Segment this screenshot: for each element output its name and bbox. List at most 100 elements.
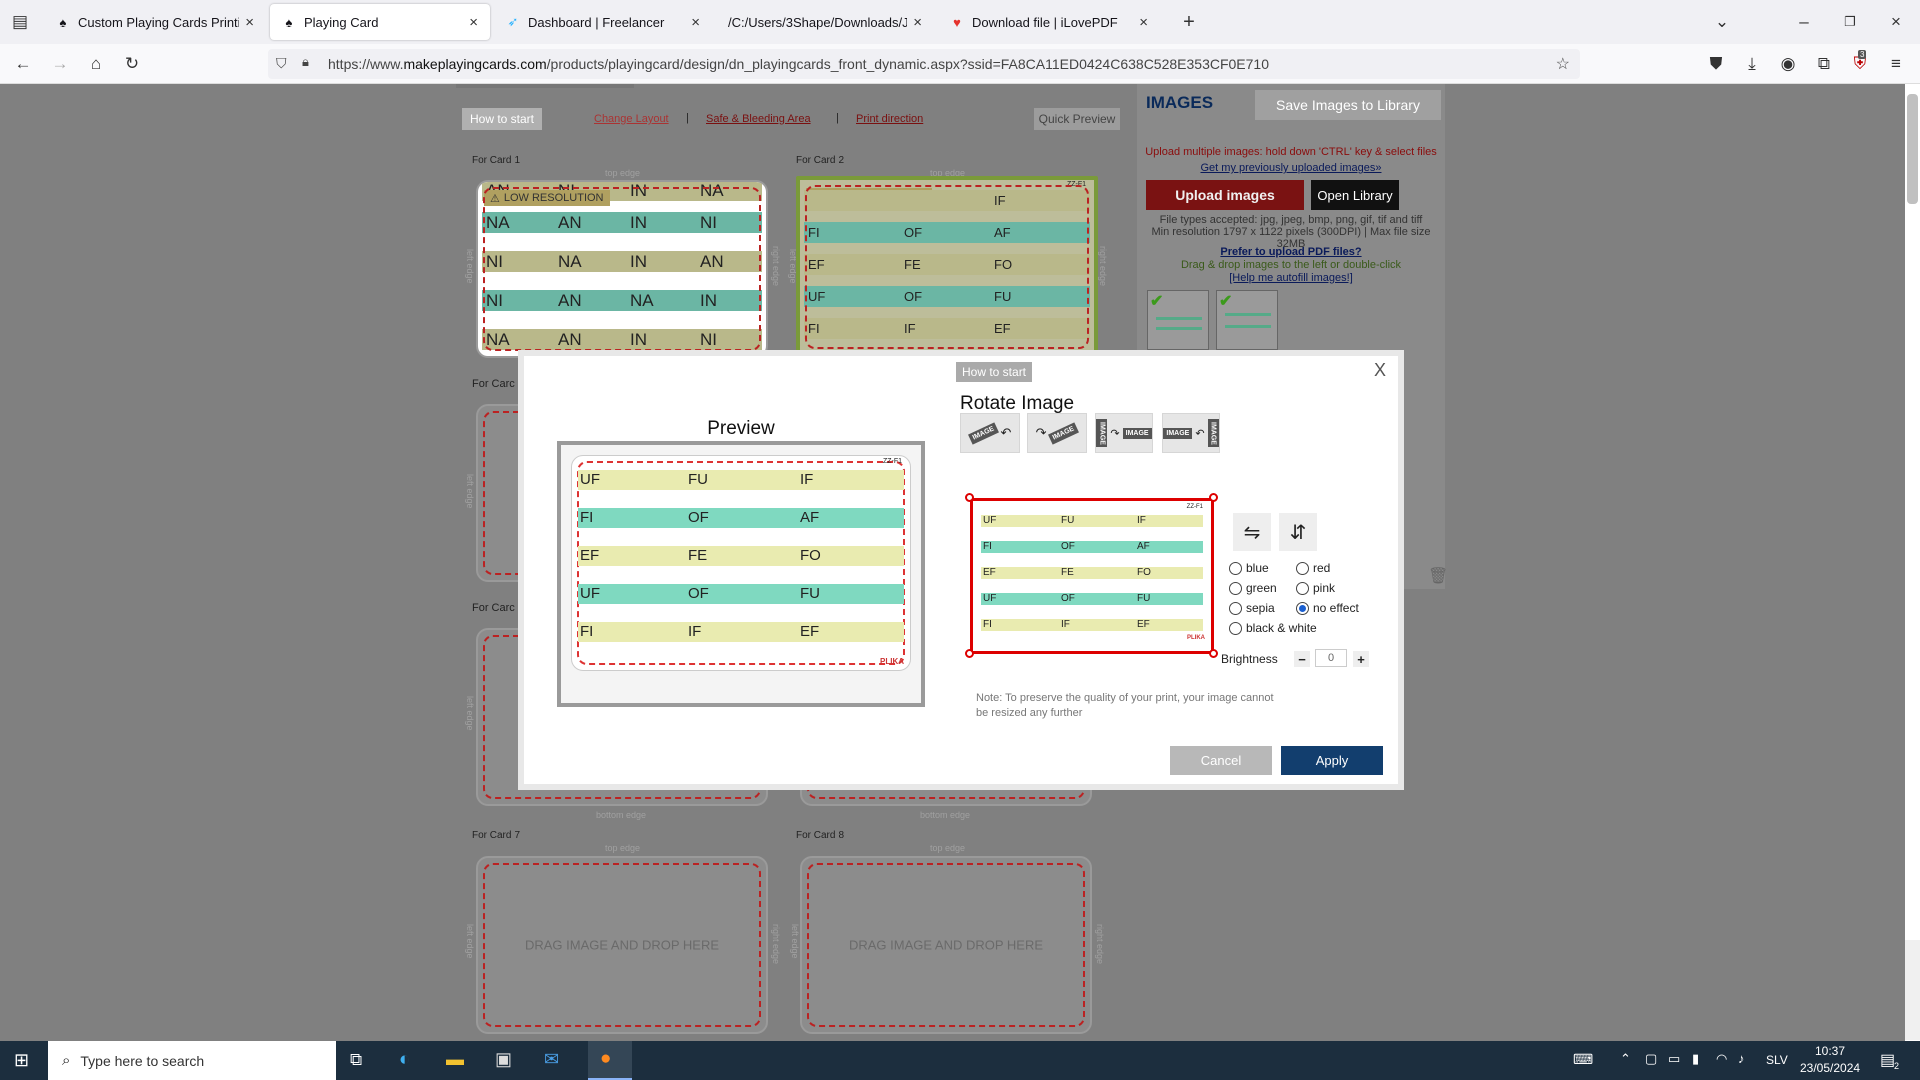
home-icon[interactable]: ⌂ (84, 52, 108, 76)
uploaded-image-thumb[interactable]: ✔ (1216, 290, 1278, 350)
tab-ilovepdf[interactable]: ♥ Download file | iLovePDF × (938, 4, 1160, 40)
clock-date[interactable]: 23/05/2024 (1800, 1061, 1860, 1075)
resize-handle-br[interactable] (1209, 649, 1218, 658)
display-icon[interactable]: ▭ (1668, 1051, 1680, 1067)
tray-chevron-icon[interactable]: ⌃ (1620, 1051, 1631, 1067)
previous-uploads-link[interactable]: Get my previously uploaded images» (1141, 162, 1441, 174)
card-1-safe-area (483, 187, 761, 351)
downloads-icon[interactable]: ⤓ (1740, 52, 1764, 76)
brightness-input[interactable]: 0 (1315, 649, 1347, 667)
trash-icon[interactable]: 🗑︎ (1428, 566, 1448, 586)
brightness-increase-button[interactable]: + (1353, 651, 1369, 667)
close-tab-icon[interactable]: × (245, 14, 254, 31)
minimize-icon[interactable]: – (1792, 10, 1816, 34)
store-icon[interactable]: ▣ (495, 1049, 512, 1070)
language-indicator[interactable]: SLV (1766, 1053, 1788, 1067)
shield-icon: ⛉ (276, 55, 287, 71)
tab-list-icon[interactable]: ▤ (8, 10, 32, 34)
clock-time[interactable]: 10:37 (1800, 1044, 1860, 1058)
effect-sepia-radio[interactable]: sepia (1229, 601, 1275, 615)
tab-playing-card[interactable]: ♠ Playing Card × (270, 4, 490, 40)
autofill-link[interactable]: [Help me autofill images!] (1141, 272, 1441, 284)
close-tab-icon[interactable]: × (691, 14, 700, 31)
battery-icon[interactable]: ▮ (1692, 1051, 1699, 1067)
resize-handle-tl[interactable] (965, 493, 974, 502)
taskbar-search[interactable]: ⌕ Type here to search (48, 1041, 336, 1080)
cancel-button[interactable]: Cancel (1170, 746, 1272, 775)
upload-images-button[interactable]: Upload images (1146, 180, 1304, 210)
safe-bleeding-link[interactable]: Safe & Bleeding Area (706, 113, 811, 125)
file-explorer-icon[interactable]: ▬ (446, 1049, 464, 1070)
preview-row: UF FU IF (578, 470, 904, 490)
pocket-icon[interactable]: ⛊ (1704, 52, 1728, 76)
prefer-pdf-link[interactable]: Prefer to upload PDF files? (1141, 246, 1441, 258)
flip-vertical-button[interactable]: ⇵ (1279, 513, 1317, 551)
bottom-edge-label: bottom edge (596, 810, 647, 820)
back-icon[interactable]: ← (11, 52, 35, 76)
new-tab-icon[interactable]: + (1177, 10, 1201, 34)
open-library-button[interactable]: Open Library (1311, 180, 1399, 210)
card-8-label: For Card 8 (796, 830, 845, 841)
forward-icon[interactable]: → (48, 52, 72, 76)
how-to-start-button[interactable]: How to start (462, 108, 542, 130)
card-2[interactable]: ⚠LOW RESOLUTION ZZ-F1 IF FIOFAF EFFEFO U… (796, 176, 1098, 358)
apply-button[interactable]: Apply (1281, 746, 1383, 775)
wifi-icon[interactable]: ◠ (1716, 1051, 1727, 1067)
notification-icon[interactable]: ▤ (1880, 1050, 1895, 1070)
windows-start-icon[interactable]: ⊞ (14, 1050, 29, 1071)
close-tab-icon[interactable]: × (1139, 14, 1148, 31)
firefox-taskbar-button[interactable]: ● (588, 1041, 632, 1080)
tab-freelancer[interactable]: ➶ Dashboard | Freelancer × (494, 4, 712, 40)
resize-handle-tr[interactable] (1209, 493, 1218, 502)
uploaded-image-thumb[interactable]: ✔ (1147, 290, 1209, 350)
card-7-drop-zone[interactable]: DRAG IMAGE AND DROP HERE (476, 856, 768, 1034)
flip-horizontal-icon: ⇋ (1243, 521, 1261, 544)
card-8-drop-zone[interactable]: DRAG IMAGE AND DROP HERE (800, 856, 1092, 1034)
keyboard-icon[interactable]: ⌨ (1573, 1051, 1593, 1068)
flip-horizontal-button[interactable]: ⇋ (1233, 513, 1271, 551)
bottom-edge-label: bottom edge (920, 810, 971, 820)
tab-local-file[interactable]: /C:/Users/3Shape/Downloads/Java × (716, 4, 934, 40)
restore-icon[interactable]: ❐ (1838, 10, 1862, 34)
task-view-icon[interactable]: ⧉ (350, 1050, 362, 1070)
change-layout-link[interactable]: Change Layout (594, 113, 669, 125)
edge-icon[interactable]: ◐ (399, 1049, 410, 1071)
close-tab-icon[interactable]: × (913, 14, 922, 31)
menu-icon[interactable]: ≡ (1884, 52, 1908, 76)
rotate-right-button[interactable]: ↷ IMAGE (1027, 413, 1087, 453)
card-1[interactable]: ANNIINNA ⚠LOW RESOLUTION NAANINNI NINAIN… (476, 180, 768, 358)
top-strip (456, 84, 634, 88)
effect-bw-radio[interactable]: black & white (1229, 621, 1317, 635)
image-row: FI IF EF (981, 619, 1203, 631)
account-icon[interactable]: ◉ (1776, 52, 1800, 76)
effect-pink-radio[interactable]: pink (1296, 581, 1335, 595)
rotate-portrait-left-button[interactable]: IMAGE ↷ IMAGE (1095, 413, 1153, 453)
effect-blue-radio[interactable]: blue (1229, 561, 1269, 575)
tab-custom-playing-cards[interactable]: ♠ Custom Playing Cards Printing × (44, 4, 266, 40)
radio-indicator (1229, 621, 1242, 635)
save-images-library-button[interactable]: Save Images to Library (1255, 90, 1441, 120)
mail-icon[interactable]: ✉ (544, 1049, 559, 1070)
rotate-portrait-right-button[interactable]: IMAGE ↶ IMAGE (1162, 413, 1220, 453)
volume-mute-icon[interactable]: ♪ (1738, 1051, 1745, 1066)
bookmark-star-icon[interactable]: ☆ (1556, 54, 1570, 74)
resize-handle-bl[interactable] (965, 649, 974, 658)
how-to-start-button[interactable]: How to start (956, 362, 1033, 382)
brightness-decrease-button[interactable]: − (1294, 651, 1310, 667)
chevron-down-icon[interactable]: ⌄ (1710, 10, 1734, 34)
extensions-icon[interactable]: ⧉ (1812, 52, 1836, 76)
effect-none-radio[interactable]: no effect (1296, 601, 1359, 615)
reload-icon[interactable]: ↻ (120, 52, 144, 76)
url-bar[interactable]: ⛉ 🔒︎ https://www. makeplayingcards.com/pr… (268, 49, 1580, 79)
close-dialog-button[interactable]: X (1374, 360, 1386, 381)
effect-green-radio[interactable]: green (1229, 581, 1277, 595)
rotatable-image[interactable]: ZZ-F1 UF FU IF FI OF AF EF FE FO UF OF FU FI IF EF… (970, 498, 1214, 654)
quick-preview-button[interactable]: Quick Preview (1034, 108, 1120, 130)
close-window-icon[interactable]: × (1884, 10, 1908, 34)
close-tab-icon[interactable]: × (469, 14, 478, 31)
scrollbar-thumb[interactable] (1907, 94, 1918, 204)
meet-icon[interactable]: ▢ (1645, 1051, 1657, 1067)
rotate-left-button[interactable]: IMAGE ↶ (960, 413, 1020, 453)
print-direction-link[interactable]: Print direction (856, 113, 923, 125)
effect-red-radio[interactable]: red (1296, 561, 1330, 575)
